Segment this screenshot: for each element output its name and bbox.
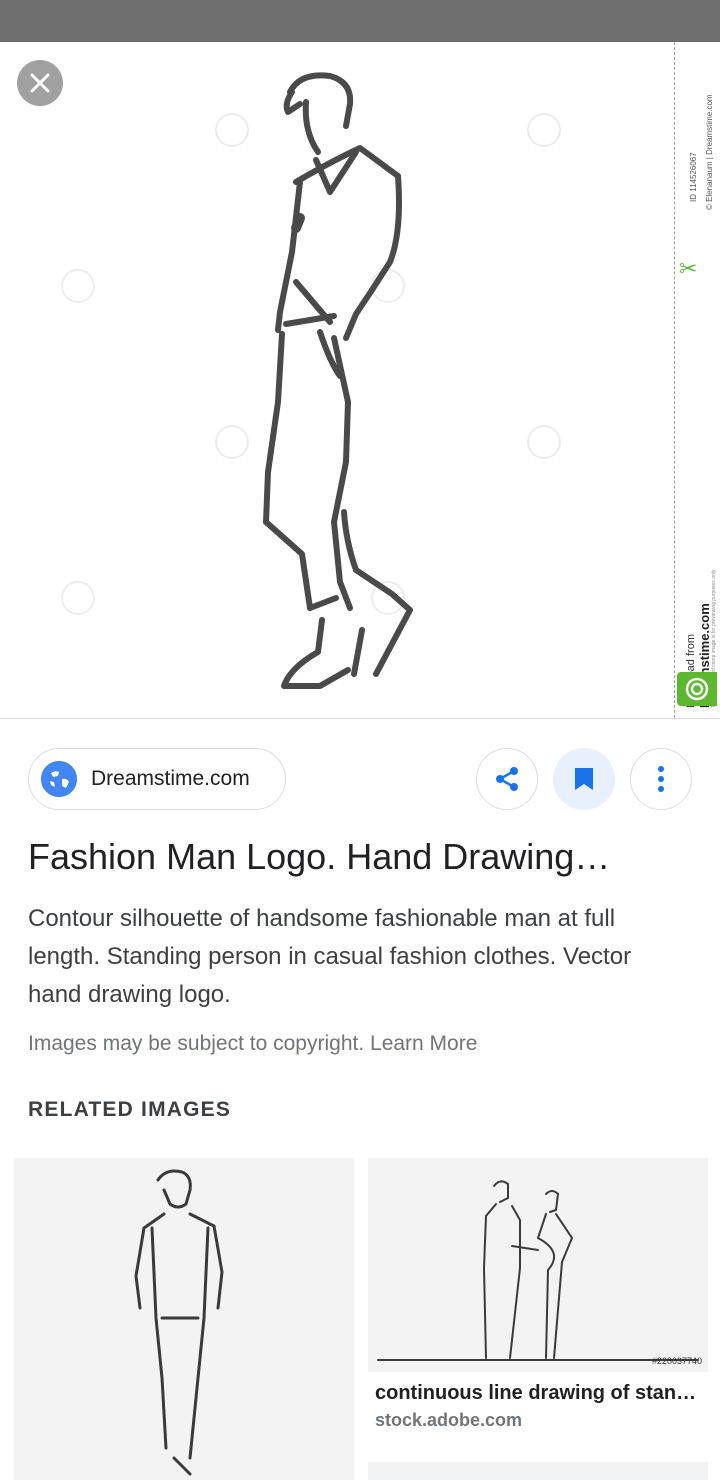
watermark-id: ID 114526067: [689, 152, 698, 202]
watermark-strip: ID 114526067 © Elenanaum | Dreamstime.co…: [674, 42, 720, 718]
source-chip[interactable]: Dreamstime.com: [28, 748, 286, 810]
related-image-2[interactable]: #220037740: [368, 1158, 708, 1372]
dreamstime-logo-icon: [677, 672, 717, 706]
status-bar: [0, 0, 720, 42]
copyright-text: Images may be subject to copyright.: [28, 1032, 365, 1055]
bookmark-icon: [575, 768, 593, 790]
scissors-icon: ✂: [679, 256, 698, 281]
close-icon: [30, 73, 50, 93]
save-button[interactable]: [553, 748, 615, 810]
related-image-1[interactable]: [14, 1158, 354, 1480]
couple-line-drawing: [377, 1180, 699, 1361]
source-label: Dreamstime.com: [91, 767, 250, 790]
walking-man-sketch: [134, 1169, 224, 1476]
fashion-man-illustration: [61, 72, 561, 689]
share-button[interactable]: [476, 748, 538, 810]
stock-id: #220037740: [651, 1356, 702, 1366]
related-image-2-caption[interactable]: continuous line drawing of stan…: [375, 1382, 705, 1405]
result-title[interactable]: Fashion Man Logo. Hand Drawing…: [28, 836, 698, 878]
related-image-2-source: stock.adobe.com: [375, 1410, 523, 1430]
hero-image[interactable]: ID 114526067 © Elenanaum | Dreamstime.co…: [0, 42, 720, 718]
related-image-3[interactable]: [368, 1462, 708, 1480]
related-images-heading: RELATED IMAGES: [28, 1098, 232, 1121]
divider: [0, 718, 720, 719]
result-description: Contour silhouette of handsome fashionab…: [28, 905, 632, 1008]
watermark-credit: © Elenanaum | Dreamstime.com: [705, 94, 714, 210]
more-options-button[interactable]: [630, 748, 692, 810]
close-button[interactable]: [17, 60, 63, 106]
learn-more-link[interactable]: Learn More: [370, 1032, 477, 1055]
globe-icon: [41, 761, 77, 797]
copyright-notice: Images may be subject to copyright. Lear…: [28, 1032, 477, 1056]
more-vert-icon: [658, 766, 664, 792]
share-icon: [496, 767, 518, 791]
